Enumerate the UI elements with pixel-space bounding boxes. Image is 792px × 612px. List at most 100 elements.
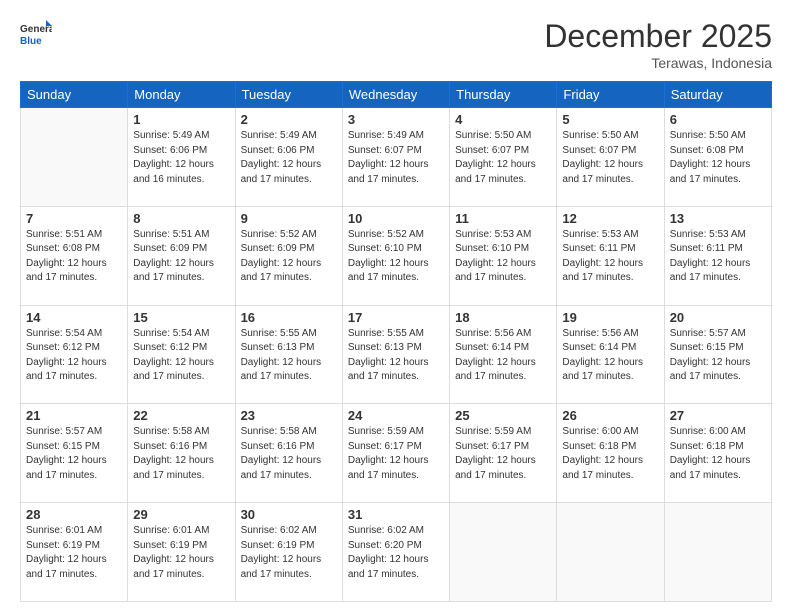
calendar-cell: 16 Sunrise: 5:55 AM Sunset: 6:13 PM Dayli… (235, 305, 342, 404)
header-thursday: Thursday (450, 82, 557, 108)
calendar-cell: 20 Sunrise: 5:57 AM Sunset: 6:15 PM Dayli… (664, 305, 771, 404)
day-number: 1 (133, 112, 229, 127)
day-info: Sunrise: 5:51 AM Sunset: 6:09 PM Dayligh… (133, 228, 229, 286)
calendar-cell: 21Sunrise: 5:57 AM Sunset: 6:15 PM Dayli… (21, 404, 128, 503)
calendar-cell: 5 Sunrise: 5:50 AM Sunset: 6:07 PM Daylig… (557, 108, 664, 207)
day-number: 23 (241, 408, 337, 423)
week-row-3: 14 Sunrise: 5:54 AM Sunset: 6:12 PM Dayli… (21, 305, 772, 404)
day-info: Sunrise: 5:49 AM Sunset: 6:07 PM Dayligh… (348, 129, 444, 187)
calendar-cell: 24Sunrise: 5:59 AM Sunset: 6:17 PM Dayli… (342, 404, 449, 503)
day-info: Sunrise: 5:55 AM Sunset: 6:13 PM Dayligh… (241, 327, 337, 385)
calendar-cell: 22Sunrise: 5:58 AM Sunset: 6:16 PM Dayli… (128, 404, 235, 503)
day-number: 17 (348, 310, 444, 325)
day-info: Sunrise: 5:50 AM Sunset: 6:07 PM Dayligh… (562, 129, 658, 187)
calendar-cell: 13 Sunrise: 5:53 AM Sunset: 6:11 PM Dayli… (664, 206, 771, 305)
calendar-cell: 28 Sunrise: 6:01 AM Sunset: 6:19 PM Dayli… (21, 503, 128, 602)
day-info: Sunrise: 5:57 AM Sunset: 6:15 PM Dayligh… (670, 327, 766, 385)
header-sunday: Sunday (21, 82, 128, 108)
header-wednesday: Wednesday (342, 82, 449, 108)
day-number: 28 (26, 507, 122, 522)
calendar-cell: 1Sunrise: 5:49 AM Sunset: 6:06 PM Daylig… (128, 108, 235, 207)
day-info: Sunrise: 5:53 AM Sunset: 6:11 PM Dayligh… (670, 228, 766, 286)
day-number: 3 (348, 112, 444, 127)
day-info: Sunrise: 5:52 AM Sunset: 6:10 PM Dayligh… (348, 228, 444, 286)
day-number: 6 (670, 112, 766, 127)
day-number: 2 (241, 112, 337, 127)
day-number: 8 (133, 211, 229, 226)
header-monday: Monday (128, 82, 235, 108)
day-number: 7 (26, 211, 122, 226)
day-info: Sunrise: 6:01 AM Sunset: 6:19 PM Dayligh… (26, 524, 122, 582)
day-info: Sunrise: 6:02 AM Sunset: 6:19 PM Dayligh… (241, 524, 337, 582)
location: Terawas, Indonesia (544, 55, 772, 71)
day-info: Sunrise: 5:50 AM Sunset: 6:08 PM Dayligh… (670, 129, 766, 187)
day-info: Sunrise: 5:57 AM Sunset: 6:15 PM Dayligh… (26, 425, 122, 483)
calendar-cell: 23 Sunrise: 5:58 AM Sunset: 6:16 PM Dayli… (235, 404, 342, 503)
day-info: Sunrise: 5:58 AM Sunset: 6:16 PM Dayligh… (133, 425, 229, 483)
calendar-cell: 4Sunrise: 5:50 AM Sunset: 6:07 PM Daylig… (450, 108, 557, 207)
calendar-cell: 9 Sunrise: 5:52 AM Sunset: 6:09 PM Daylig… (235, 206, 342, 305)
day-info: Sunrise: 5:56 AM Sunset: 6:14 PM Dayligh… (562, 327, 658, 385)
week-row-2: 7 Sunrise: 5:51 AM Sunset: 6:08 PM Daylig… (21, 206, 772, 305)
day-number: 19 (562, 310, 658, 325)
month-title: December 2025 (544, 18, 772, 55)
day-info: Sunrise: 5:52 AM Sunset: 6:09 PM Dayligh… (241, 228, 337, 286)
day-info: Sunrise: 6:00 AM Sunset: 6:18 PM Dayligh… (670, 425, 766, 483)
day-number: 9 (241, 211, 337, 226)
calendar-cell (21, 108, 128, 207)
day-number: 24 (348, 408, 444, 423)
day-info: Sunrise: 5:53 AM Sunset: 6:10 PM Dayligh… (455, 228, 551, 286)
calendar-cell: 8 Sunrise: 5:51 AM Sunset: 6:09 PM Daylig… (128, 206, 235, 305)
calendar-cell: 6 Sunrise: 5:50 AM Sunset: 6:08 PM Daylig… (664, 108, 771, 207)
calendar-cell: 11 Sunrise: 5:53 AM Sunset: 6:10 PM Dayli… (450, 206, 557, 305)
day-number: 4 (455, 112, 551, 127)
day-number: 27 (670, 408, 766, 423)
calendar-cell: 26Sunrise: 6:00 AM Sunset: 6:18 PM Dayli… (557, 404, 664, 503)
day-number: 30 (241, 507, 337, 522)
day-number: 15 (133, 310, 229, 325)
day-info: Sunrise: 6:02 AM Sunset: 6:20 PM Dayligh… (348, 524, 444, 582)
calendar-cell (557, 503, 664, 602)
day-info: Sunrise: 5:53 AM Sunset: 6:11 PM Dayligh… (562, 228, 658, 286)
calendar-cell: 7 Sunrise: 5:51 AM Sunset: 6:08 PM Daylig… (21, 206, 128, 305)
day-number: 20 (670, 310, 766, 325)
page: General Blue December 2025 Terawas, Indo… (0, 0, 792, 612)
week-row-1: 1 Sunrise: 5:49 AM Sunset: 6:06 PM Daylig… (21, 108, 772, 207)
calendar-header-row: SundayMondayTuesdayWednesdayThursdayFrid… (21, 82, 772, 108)
calendar-cell: 15 Sunrise: 5:54 AM Sunset: 6:12 PM Dayli… (128, 305, 235, 404)
calendar-cell: 29Sunrise: 6:01 AM Sunset: 6:19 PM Dayli… (128, 503, 235, 602)
calendar-cell: 10Sunrise: 5:52 AM Sunset: 6:10 PM Dayli… (342, 206, 449, 305)
calendar-cell: 3 Sunrise: 5:49 AM Sunset: 6:07 PM Daylig… (342, 108, 449, 207)
calendar-cell: 14Sunrise: 5:54 AM Sunset: 6:12 PM Dayli… (21, 305, 128, 404)
title-block: December 2025 Terawas, Indonesia (544, 18, 772, 71)
header: General Blue December 2025 Terawas, Indo… (20, 18, 772, 71)
svg-text:Blue: Blue (20, 36, 42, 47)
day-info: Sunrise: 5:51 AM Sunset: 6:08 PM Dayligh… (26, 228, 122, 286)
day-number: 5 (562, 112, 658, 127)
calendar-cell: 2 Sunrise: 5:49 AM Sunset: 6:06 PM Daylig… (235, 108, 342, 207)
day-number: 11 (455, 211, 551, 226)
day-info: Sunrise: 5:59 AM Sunset: 6:17 PM Dayligh… (455, 425, 551, 483)
day-number: 16 (241, 310, 337, 325)
day-number: 18 (455, 310, 551, 325)
day-number: 13 (670, 211, 766, 226)
day-info: Sunrise: 5:58 AM Sunset: 6:16 PM Dayligh… (241, 425, 337, 483)
header-friday: Friday (557, 82, 664, 108)
day-number: 31 (348, 507, 444, 522)
logo-icon: General Blue (20, 18, 52, 50)
header-saturday: Saturday (664, 82, 771, 108)
day-number: 26 (562, 408, 658, 423)
day-info: Sunrise: 5:49 AM Sunset: 6:06 PM Dayligh… (241, 129, 337, 187)
day-info: Sunrise: 5:54 AM Sunset: 6:12 PM Dayligh… (133, 327, 229, 385)
calendar-cell: 12 Sunrise: 5:53 AM Sunset: 6:11 PM Dayli… (557, 206, 664, 305)
day-info: Sunrise: 5:55 AM Sunset: 6:13 PM Dayligh… (348, 327, 444, 385)
day-number: 14 (26, 310, 122, 325)
calendar-cell: 30 Sunrise: 6:02 AM Sunset: 6:19 PM Dayli… (235, 503, 342, 602)
calendar-cell (450, 503, 557, 602)
calendar-cell: 19 Sunrise: 5:56 AM Sunset: 6:14 PM Dayli… (557, 305, 664, 404)
calendar-cell: 25Sunrise: 5:59 AM Sunset: 6:17 PM Dayli… (450, 404, 557, 503)
calendar-cell: 18Sunrise: 5:56 AM Sunset: 6:14 PM Dayli… (450, 305, 557, 404)
day-number: 12 (562, 211, 658, 226)
week-row-5: 28 Sunrise: 6:01 AM Sunset: 6:19 PM Dayli… (21, 503, 772, 602)
header-tuesday: Tuesday (235, 82, 342, 108)
